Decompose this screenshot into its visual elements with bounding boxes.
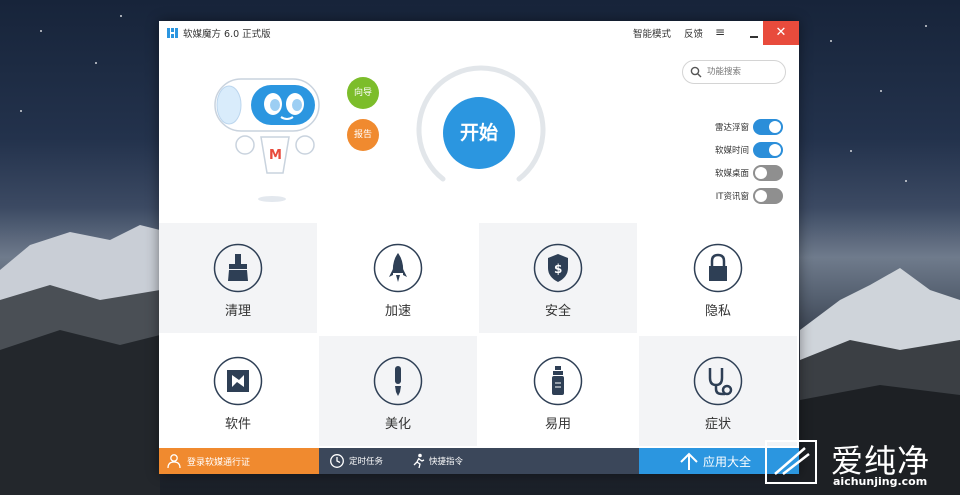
tile-ease-of-use[interactable]: 易用 [479, 336, 637, 446]
tile-clean[interactable]: 清理 [159, 223, 317, 333]
watermark-logo-icon [765, 440, 817, 484]
tile-label: 隐私 [704, 304, 731, 319]
toggle-label: 软媒时间 [714, 146, 749, 156]
scheduled-task-label: 定时任务 [349, 457, 384, 467]
tile-privacy[interactable]: 隐私 [639, 223, 797, 333]
toggle-label: 雷达浮窗 [714, 123, 749, 133]
lock-icon [693, 243, 743, 293]
toggle-label: IT资讯窗 [715, 192, 749, 202]
ruanmei-time-switch[interactable] [753, 142, 783, 158]
feedback-link[interactable]: 反馈 [684, 26, 703, 40]
rocket-icon [373, 243, 423, 293]
tile-symptoms[interactable]: 症状 [639, 336, 797, 446]
aperture-icon [213, 356, 263, 406]
tile-software[interactable]: 软件 [159, 336, 317, 446]
watermark-url: aichunjing.com [833, 475, 928, 488]
app-window: 软媒魔方 6.0 正式版 智能模式 反馈 ≡ ✕ M 向导 报告 开始 功能搜索… [159, 21, 799, 474]
tile-label: 症状 [704, 417, 731, 432]
it-news-window-switch[interactable] [753, 188, 783, 204]
tile-label: 美化 [384, 417, 411, 432]
tile-label: 易用 [544, 417, 571, 432]
search-input[interactable] [707, 64, 779, 79]
arrow-up-icon [680, 452, 698, 470]
robot-mascot-icon: M [214, 78, 320, 202]
login-label: 登录软媒通行证 [187, 458, 251, 468]
app-logo-icon [167, 28, 178, 38]
brush-icon [373, 356, 423, 406]
search-box[interactable] [682, 60, 786, 84]
function-grid: 清理 加速 $ 安全 隐私 软件 美化 易用 症状 [159, 223, 799, 448]
guide-button[interactable]: 向导 [347, 77, 379, 109]
svg-text:$: $ [554, 262, 562, 276]
smart-mode-link[interactable]: 智能模式 [633, 26, 671, 40]
search-icon [690, 66, 702, 78]
toggle-it-news-window: IT资讯窗 [707, 187, 787, 205]
tile-beautify[interactable]: 美化 [319, 336, 477, 446]
tile-security[interactable]: $ 安全 [479, 223, 637, 333]
tile-label: 安全 [544, 304, 571, 319]
tile-label: 加速 [384, 304, 411, 319]
ruanmei-desktop-switch[interactable] [753, 165, 783, 181]
clock-icon [330, 454, 344, 468]
bottle-icon [533, 356, 583, 406]
scheduled-task-button[interactable]: 定时任务 [325, 448, 403, 474]
svg-text:M: M [269, 148, 282, 163]
tile-label: 清理 [224, 304, 251, 319]
site-watermark: 爱纯净 aichunjing.com [761, 436, 960, 495]
toggle-ruanmei-time: 软媒时间 [707, 141, 787, 159]
tile-speedup[interactable]: 加速 [319, 223, 477, 333]
close-button[interactable]: ✕ [763, 21, 799, 45]
toggle-ruanmei-desktop: 软媒桌面 [707, 164, 787, 182]
radar-window-switch[interactable] [753, 119, 783, 135]
shortcut-command-label: 快捷指令 [429, 457, 464, 467]
title-bar: 软媒魔方 6.0 正式版 智能模式 反馈 ≡ ✕ [159, 21, 799, 45]
toggle-radar-window: 雷达浮窗 [707, 118, 787, 136]
person-icon [167, 454, 181, 469]
shield-icon: $ [533, 243, 583, 293]
running-man-icon [413, 453, 425, 469]
window-title: 软媒魔方 6.0 正式版 [183, 29, 271, 40]
toggle-label: 软媒桌面 [714, 169, 749, 179]
start-button[interactable]: 开始 [443, 97, 515, 169]
login-button[interactable]: 登录软媒通行证 [159, 448, 319, 474]
menu-icon[interactable]: ≡ [715, 26, 725, 38]
shortcut-command-button[interactable]: 快捷指令 [406, 448, 490, 474]
tile-label: 软件 [224, 417, 251, 432]
bottom-bar: 登录软媒通行证 定时任务 快捷指令 应用大全 [159, 448, 799, 474]
app-store-label: 应用大全 [703, 455, 752, 469]
stethoscope-icon [693, 356, 743, 406]
broom-icon [213, 243, 263, 293]
report-button[interactable]: 报告 [347, 119, 379, 151]
